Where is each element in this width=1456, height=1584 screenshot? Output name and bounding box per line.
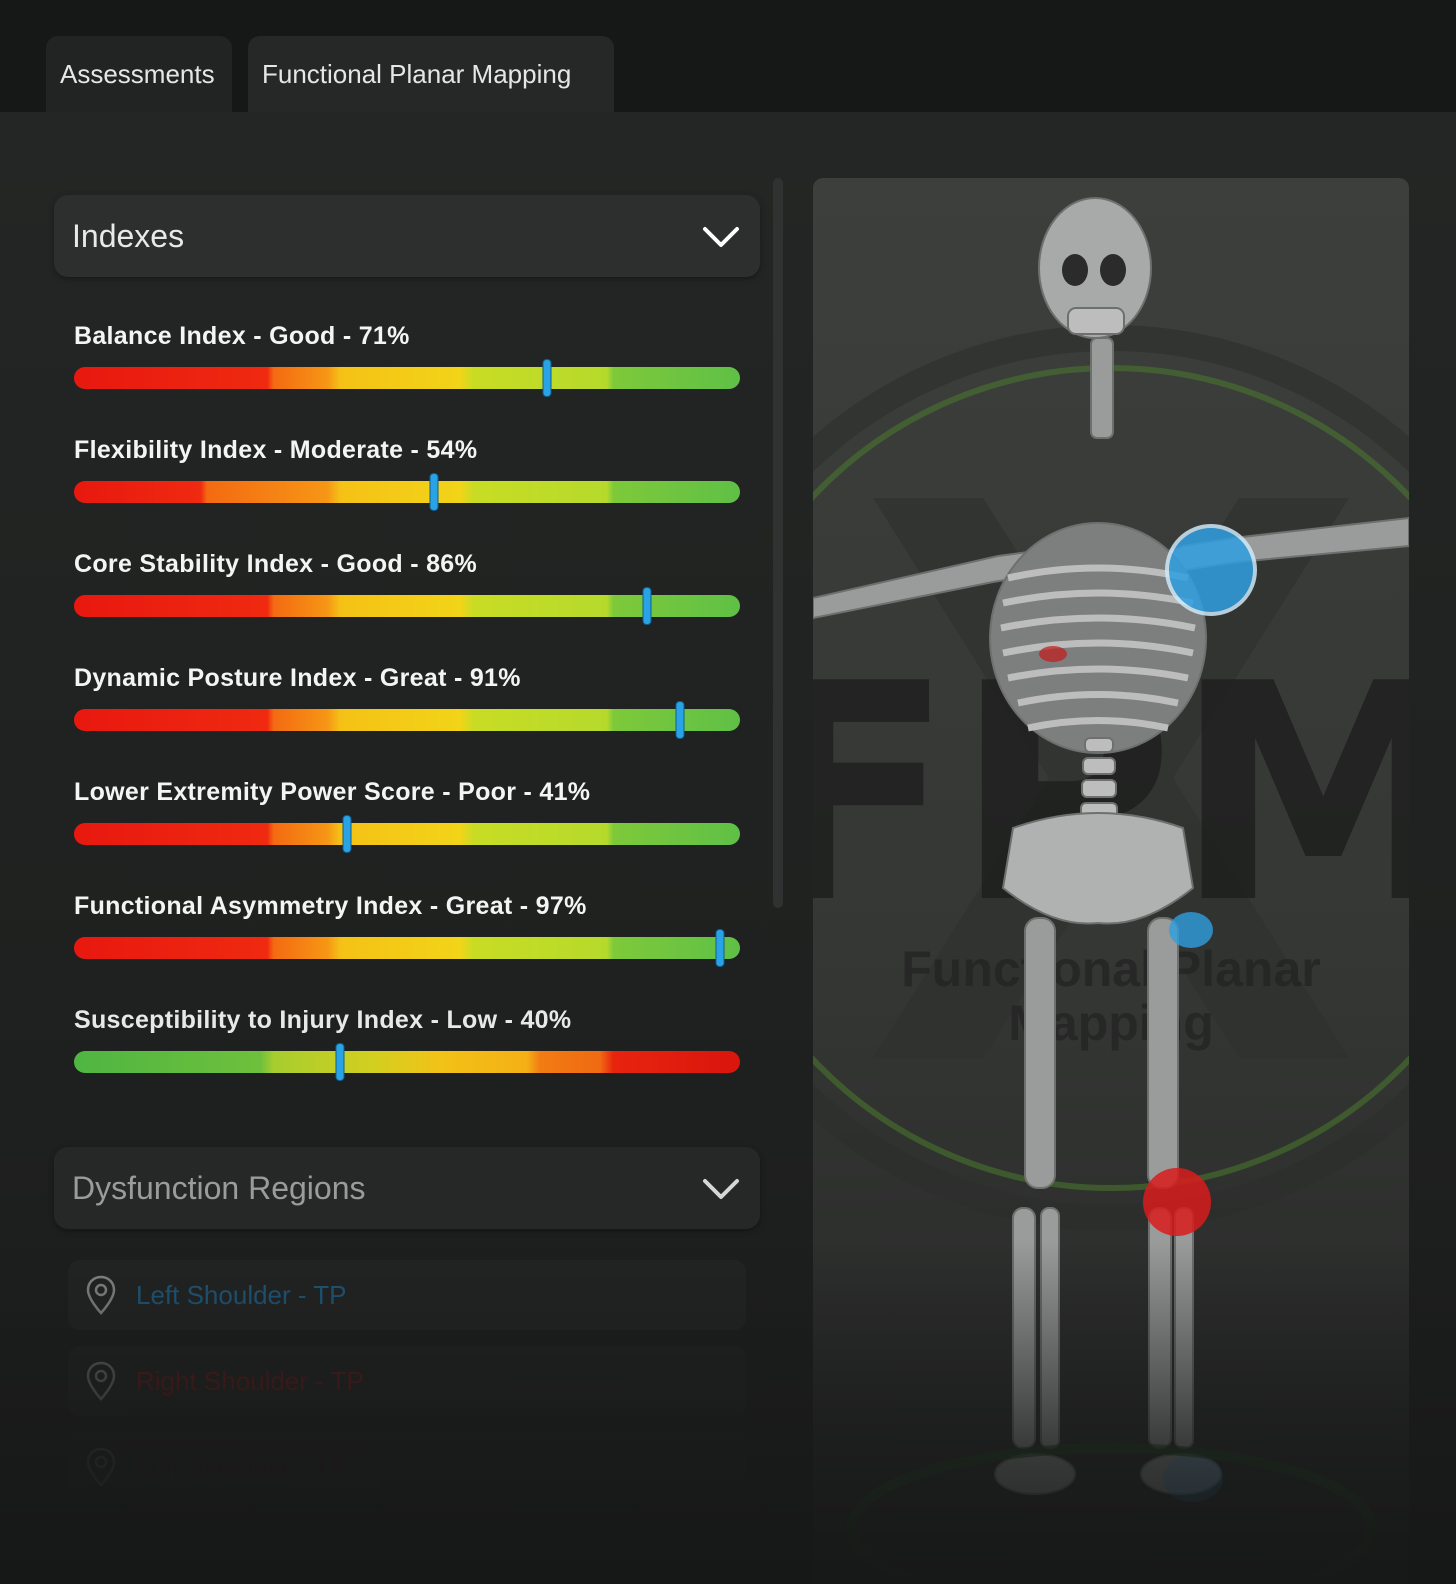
gauge-marker: [642, 587, 652, 625]
indexes-accordion-header[interactable]: Indexes: [54, 195, 760, 277]
gauge-gradient-bar: [74, 595, 740, 617]
tab-label: Functional Planar Mapping: [262, 58, 572, 89]
gauge-gradient-bar: [74, 823, 740, 845]
hip-marker: [1169, 912, 1213, 948]
index-label: Core Stability Index - Good - 86%: [74, 550, 478, 578]
location-pin-icon: [86, 1361, 116, 1401]
index-label: Dynamic Posture Index - Great - 91%: [74, 664, 521, 692]
tab-bar: Assessments Functional Planar Mapping: [0, 0, 1456, 112]
gauge-marker: [542, 359, 552, 397]
dysfunction-region-label: Left Shoulder - TP: [136, 1279, 347, 1310]
gauge-gradient-bar: [74, 937, 740, 959]
rib-marker: [1039, 646, 1067, 662]
index-gauge: [74, 815, 740, 853]
index-gauge: [74, 701, 740, 739]
gauge-marker: [675, 701, 685, 739]
dysfunction-regions-title: Dysfunction Regions: [72, 1169, 366, 1206]
chevron-down-icon: [703, 227, 739, 247]
index-item-core-stability: Core Stability Index - Good - 86%: [74, 550, 742, 625]
gauge-gradient-bar: [74, 481, 740, 503]
index-item-lower-extremity-power: Lower Extremity Power Score - Poor - 41%: [74, 778, 742, 853]
index-item-flexibility: Flexibility Index - Moderate - 54%: [74, 436, 742, 511]
index-item-balance: Balance Index - Good - 71%: [74, 322, 742, 397]
index-label: Lower Extremity Power Score - Poor - 41%: [74, 778, 591, 806]
index-item-dynamic-posture: Dynamic Posture Index - Great - 91%: [74, 664, 742, 739]
index-label: Susceptibility to Injury Index - Low - 4…: [74, 1006, 572, 1034]
chevron-down-icon: [703, 1179, 739, 1199]
index-label: Balance Index - Good - 71%: [74, 322, 410, 350]
index-item-functional-asymmetry: Functional Asymmetry Index - Great - 97%: [74, 892, 742, 967]
gauge-gradient-bar: [74, 709, 740, 731]
ankle-marker: [1163, 1454, 1223, 1502]
dysfunction-region-label: Right Shoulder - TP: [136, 1365, 364, 1396]
tab-assessments[interactable]: Assessments: [46, 36, 232, 112]
platform-ring: [846, 1443, 1376, 1584]
dysfunction-region-label: Left Shoulder - TP: [136, 1451, 347, 1482]
index-gauge: [74, 929, 740, 967]
logo-caption-line1: Functional Planar: [901, 941, 1321, 997]
index-label: Functional Asymmetry Index - Great - 97%: [74, 892, 587, 920]
location-pin-icon: [86, 1275, 116, 1315]
body-model[interactable]: FPM Functional Planar Mapping: [813, 178, 1409, 1584]
gauge-marker: [335, 1043, 345, 1081]
index-gauge: [74, 1043, 740, 1081]
dysfunction-region-item[interactable]: Right Shoulder - TP: [68, 1346, 746, 1416]
index-gauge: [74, 587, 740, 625]
gauge-marker: [342, 815, 352, 853]
gauge-marker: [715, 929, 725, 967]
scrollbar[interactable]: [773, 178, 783, 908]
gauge-gradient-bar: [74, 1051, 740, 1073]
gauge-gradient-bar: [74, 367, 740, 389]
index-label: Flexibility Index - Moderate - 54%: [74, 436, 478, 464]
index-item-susceptibility-to-injury: Susceptibility to Injury Index - Low - 4…: [74, 1006, 742, 1081]
left-shoulder-marker: [1165, 524, 1257, 616]
tab-label: Assessments: [60, 58, 215, 89]
indexes-title: Indexes: [72, 217, 185, 254]
index-gauge: [74, 473, 740, 511]
dysfunction-region-item[interactable]: Left Shoulder - TP: [68, 1432, 746, 1502]
location-pin-icon: [86, 1447, 116, 1487]
gauge-marker: [429, 473, 439, 511]
tab-functional-planar-mapping[interactable]: Functional Planar Mapping: [248, 36, 614, 112]
knee-marker: [1143, 1168, 1211, 1236]
dysfunction-regions-accordion-header[interactable]: Dysfunction Regions: [54, 1147, 760, 1229]
dysfunction-region-item[interactable]: Left Shoulder - TP: [68, 1260, 746, 1330]
skeleton-3d-viewer[interactable]: FPM Functional Planar Mapping: [813, 178, 1409, 1584]
index-gauge: [74, 359, 740, 397]
